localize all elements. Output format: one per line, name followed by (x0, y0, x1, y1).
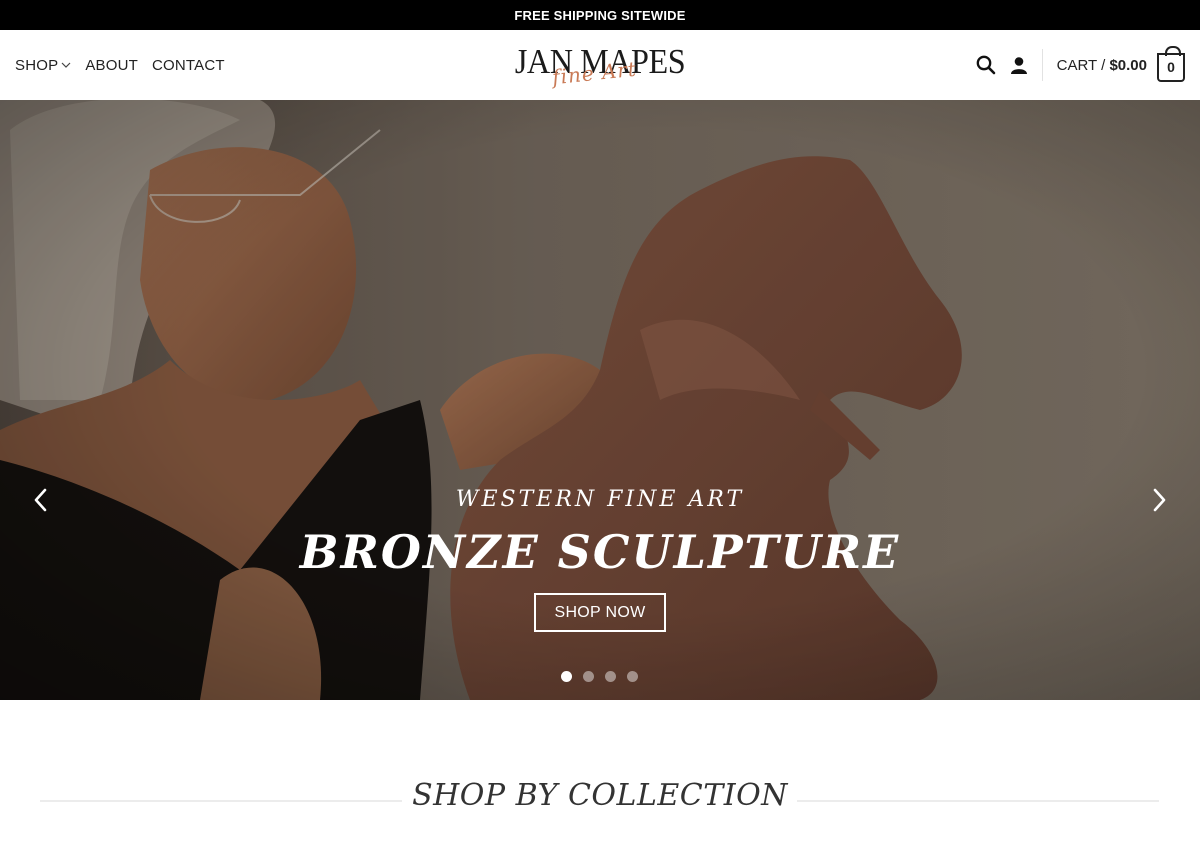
header-actions: CART / $0.00 0 (976, 30, 1185, 100)
user-icon (1010, 57, 1027, 74)
nav-shop-label: SHOP (15, 56, 59, 74)
cart-link[interactable]: CART / $0.00 (1057, 57, 1147, 74)
nav-about[interactable]: ABOUT (85, 57, 138, 74)
search-button[interactable] (976, 55, 996, 75)
collection-section-header: SHOP BY COLLECTION (0, 778, 1200, 824)
main-nav: SHOP ABOUT CONTACT (15, 30, 225, 100)
cart-total: $0.00 (1109, 56, 1147, 74)
announcement-bar: FREE SHIPPING SITEWIDE (0, 0, 1200, 30)
chevron-down-icon (61, 62, 71, 68)
search-icon (976, 55, 995, 75)
slider-dot-3[interactable] (605, 671, 616, 682)
hero-title: BRONZE SCULPTURE (299, 525, 901, 579)
section-title: SHOP BY COLLECTION (412, 778, 788, 813)
site-logo[interactable]: JAN MAPES fine Art (500, 40, 700, 95)
announcement-text: FREE SHIPPING SITEWIDE (514, 7, 686, 23)
slider-dot-1[interactable] (561, 671, 572, 682)
cart-count-badge[interactable]: 0 (1157, 45, 1185, 82)
nav-shop[interactable]: SHOP (15, 57, 71, 74)
hero-slider: WESTERN FINE ART BRONZE SCULPTURE SHOP N… (0, 100, 1200, 700)
hero-subtitle: WESTERN FINE ART (455, 487, 745, 512)
site-header: SHOP ABOUT CONTACT JAN MAPES fine Art CA… (0, 30, 1200, 100)
header-divider (1041, 49, 1043, 81)
account-button[interactable] (1010, 56, 1028, 74)
slider-dot-2[interactable] (583, 671, 594, 682)
nav-contact[interactable]: CONTACT (152, 57, 225, 74)
slider-dots (561, 671, 638, 682)
slider-dot-4[interactable] (627, 671, 638, 682)
shop-now-button[interactable]: SHOP NOW (534, 593, 666, 632)
cart-label: CART / (1056, 56, 1106, 74)
